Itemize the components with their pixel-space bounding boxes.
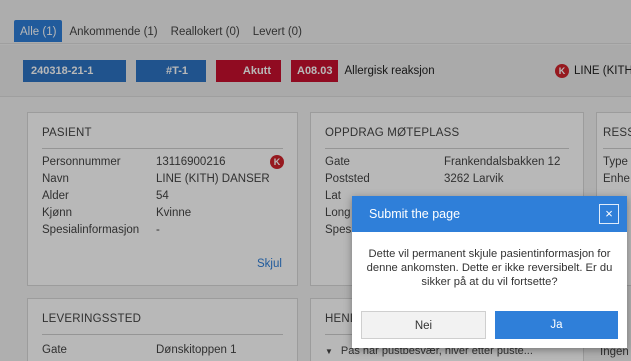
close-icon[interactable]: × xyxy=(599,204,619,224)
confirm-dialog: Submit the page × Dette vil permanent sk… xyxy=(352,196,627,348)
confirm-button[interactable]: Ja xyxy=(495,311,618,339)
dialog-header: Submit the page × xyxy=(352,196,627,232)
dialog-actions: Nei Ja xyxy=(361,311,618,339)
dialog-message: Dette vil permanent skjule pasientinform… xyxy=(366,248,613,288)
dialog-title: Submit the page xyxy=(369,207,461,221)
app-window: Alle (1) Ankommende (1) Reallokert (0) L… xyxy=(0,0,631,361)
cancel-button[interactable]: Nei xyxy=(361,311,486,339)
